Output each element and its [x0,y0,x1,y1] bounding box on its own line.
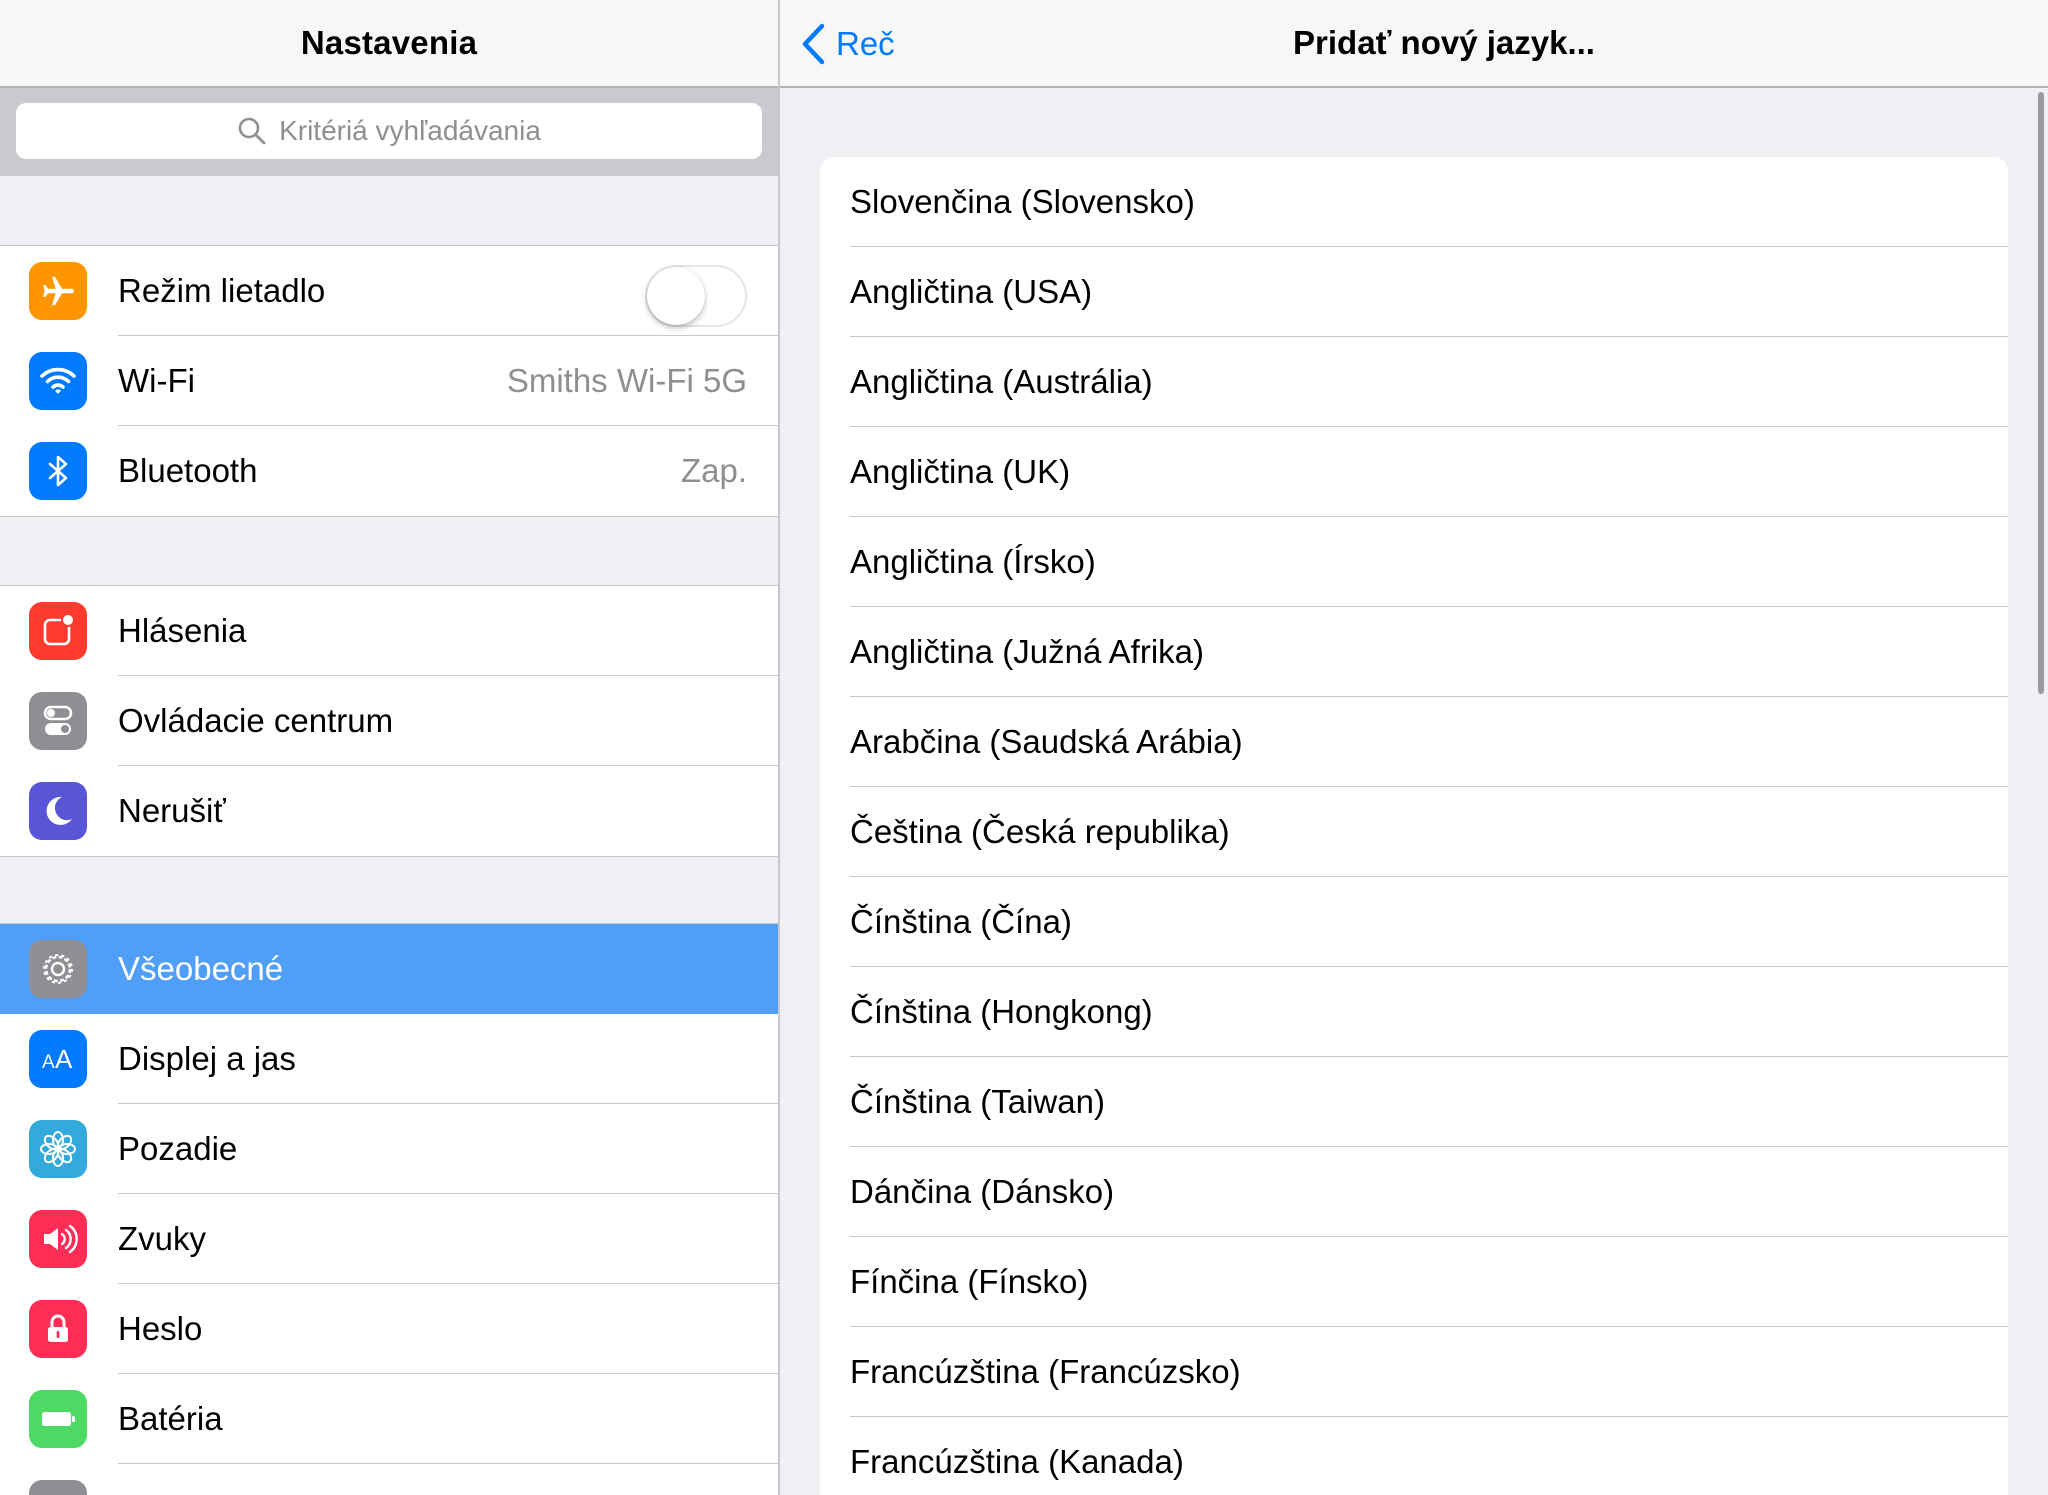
sidebar-item-label: Heslo [118,1310,203,1347]
sidebar-item-label: Displej a jas [118,1040,296,1077]
language-option[interactable]: Arabčina (Saudská Arábia) [820,697,2008,787]
sidebar-item-wifi[interactable]: Wi-Fi Smiths Wi-Fi 5G [0,336,778,426]
general-group: Všeobecné A A Displej a jas Pozadie Zvuk… [0,923,778,1495]
language-option-label: Arabčina (Saudská Arábia) [850,723,1243,760]
language-option[interactable]: Fínčina (Fínsko) [820,1237,2008,1327]
svg-text:A: A [55,1044,73,1074]
sidebar-item-label: Všeobecné [118,950,284,987]
sidebar-item-control-center[interactable]: Ovládacie centrum [0,676,778,766]
language-option-label: Angličtina (Írsko) [850,543,1096,580]
language-option[interactable]: Angličtina (UK) [820,427,2008,517]
sidebar-item-label: Režim lietadlo [118,272,326,309]
language-option[interactable]: Francúzština (Francúzsko) [820,1327,2008,1417]
language-option-label: Francúzština (Francúzsko) [850,1353,1241,1390]
language-option-label: Dánčina (Dánsko) [850,1173,1115,1210]
sidebar-item-notifications[interactable]: Hlásenia [0,586,778,676]
language-option-label: Angličtina (Južná Afrika) [850,633,1204,670]
sidebar-item-display-brightness[interactable]: A A Displej a jas [0,1014,778,1104]
wifi-icon [29,352,87,410]
language-option[interactable]: Čínština (Taiwan) [820,1057,2008,1147]
language-option[interactable]: Angličtina (Južná Afrika) [820,607,2008,697]
language-option-label: Čínština (Čína) [850,903,1072,940]
lock-icon [29,1300,87,1358]
search-input[interactable]: Kritériá vyhľadávania [16,103,762,159]
sidebar-item-battery[interactable]: Batéria [0,1374,778,1464]
sidebar-item-general[interactable]: Všeobecné [0,924,778,1014]
sidebar-item-passcode[interactable]: Heslo [0,1284,778,1374]
moon-icon [29,782,87,840]
wallpaper-flower-icon [29,1120,87,1178]
language-list: Slovenčina (Slovensko) Angličtina (USA) An… [820,157,2008,1495]
language-option[interactable]: Angličtina (Austrália) [820,337,2008,427]
connectivity-group: Režim lietadlo Wi-Fi Smiths Wi-Fi 5G Blu… [0,245,778,517]
language-option-label: Angličtina (UK) [850,453,1071,490]
sidebar-item-sounds[interactable]: Zvuky [0,1194,778,1284]
sidebar-item-airplane-mode[interactable]: Režim lietadlo [0,246,778,336]
sidebar-item-label: Batéria [118,1400,223,1437]
language-option[interactable]: Čínština (Čína) [820,877,2008,967]
notifications-icon [29,602,87,660]
language-option[interactable]: Angličtina (USA) [820,247,2008,337]
battery-icon [29,1390,87,1448]
language-option[interactable]: Angličtina (Írsko) [820,517,2008,607]
notifications-group: Hlásenia Ovládacie centrum Nerušiť [0,585,778,857]
sidebar-item-label: Pozadie [118,1130,238,1167]
search-placeholder: Kritériá vyhľadávania [279,115,541,146]
language-option[interactable]: Čínština (Hongkong) [820,967,2008,1057]
sidebar-item-do-not-disturb[interactable]: Nerušiť [0,766,778,856]
language-option-label: Francúzština (Kanada) [850,1443,1184,1480]
language-option-label: Slovenčina (Slovensko) [850,183,1195,220]
control-center-icon [29,692,87,750]
airplane-mode-toggle[interactable] [645,265,747,327]
search-bar: Kritériá vyhľadávania [0,88,778,176]
sidebar-item-label: Bluetooth [118,452,258,489]
text-size-icon: A A [29,1030,87,1088]
language-option-label: Čínština (Hongkong) [850,993,1153,1030]
sidebar-title: Nastavenia [300,24,478,61]
airplane-icon [29,262,87,320]
sidebar-item-partial[interactable] [0,1464,778,1495]
sidebar-item-label: Hlásenia [118,612,247,649]
language-option-label: Angličtina (Austrália) [850,363,1153,400]
sidebar-item-label: Ovládacie centrum [118,702,394,739]
language-option[interactable]: Čeština (Česká republika) [820,787,2008,877]
scrollbar[interactable] [2038,92,2044,694]
sidebar-header: Nastavenia [0,0,778,88]
language-option[interactable]: Francúzština (Kanada) [820,1417,2008,1495]
bluetooth-status-value: Zap. [680,452,747,489]
language-option[interactable]: Slovenčina (Slovensko) [820,157,2008,247]
toggle-knob [647,267,705,325]
language-option-label: Angličtina (USA) [850,273,1093,310]
sidebar-item-label: Zvuky [118,1220,207,1257]
wifi-network-value: Smiths Wi-Fi 5G [506,362,747,399]
privacy-hand-icon [29,1480,87,1495]
bluetooth-icon [29,442,87,500]
sidebar-item-label: Wi-Fi [118,362,195,399]
settings-sidebar: Nastavenia Kritériá vyhľadávania Režim l… [0,0,778,1495]
language-option[interactable]: Dánčina (Dánsko) [820,1147,2008,1237]
language-option-label: Fínčina (Fínsko) [850,1263,1089,1300]
svg-text:A: A [42,1052,55,1073]
sidebar-item-bluetooth[interactable]: Bluetooth Zap. [0,426,778,516]
language-option-label: Čínština (Taiwan) [850,1083,1105,1120]
add-language-pane: Reč Pridať nový jazyk... Slovenčina (Slo… [780,0,2048,1495]
language-option-label: Čeština (Česká republika) [850,813,1230,850]
navigation-bar: Reč Pridať nový jazyk... [780,0,2048,88]
sidebar-item-wallpaper[interactable]: Pozadie [0,1104,778,1194]
search-icon [238,117,266,145]
sidebar-item-label: Nerušiť [118,792,226,829]
speaker-icon [29,1210,87,1268]
gear-icon [29,940,87,998]
page-title: Pridať nový jazyk... [1293,24,1595,61]
